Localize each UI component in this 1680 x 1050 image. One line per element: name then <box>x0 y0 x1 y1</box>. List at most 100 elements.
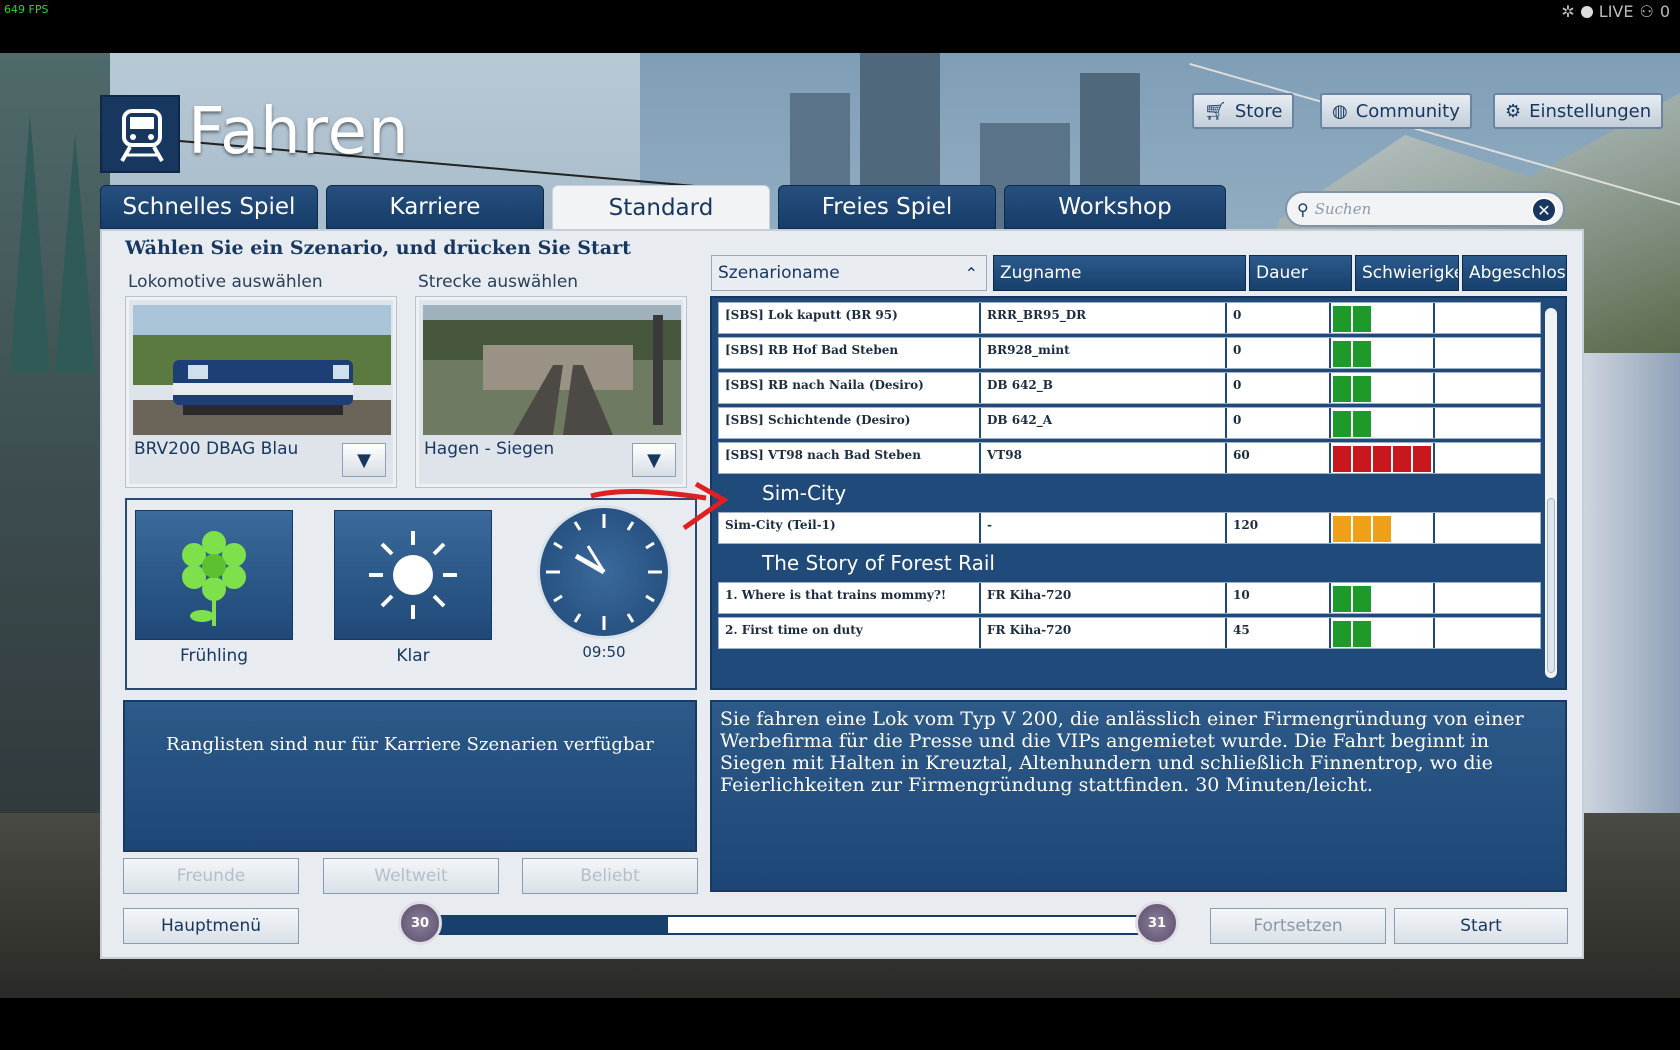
cell-difficulty <box>1331 373 1435 403</box>
train-logo-icon <box>100 95 180 173</box>
cell-difficulty <box>1331 583 1435 613</box>
community-button[interactable]: ◍ Community <box>1320 93 1472 129</box>
flower-icon <box>182 531 246 626</box>
record-dot-icon <box>1580 5 1593 18</box>
cell-completed <box>1435 583 1505 613</box>
cell-train: FR Kiha-720 <box>981 583 1227 613</box>
tab-standard[interactable]: Standard <box>552 185 770 231</box>
difficulty-bars <box>1333 306 1371 332</box>
column-header-completed[interactable]: Abgeschlos <box>1462 255 1567 291</box>
group-header[interactable]: Sim-City <box>762 481 846 505</box>
difficulty-bar <box>1353 446 1371 472</box>
difficulty-bar <box>1393 446 1411 472</box>
loading-progress-bar <box>430 915 1150 935</box>
worldwide-button[interactable]: Weltweit <box>323 858 499 894</box>
game-screen: 649 FPS ✲ LIVE ⚇ 0 Fahren 🛒︎ Store ◍ Com… <box>0 0 1680 1050</box>
difficulty-bar <box>1333 376 1351 402</box>
cart-icon: 🛒︎ <box>1204 100 1227 122</box>
cell-difficulty <box>1331 303 1435 333</box>
locomotive-image <box>133 305 391 435</box>
difficulty-bar <box>1333 586 1351 612</box>
cell-difficulty <box>1331 408 1435 438</box>
locomotive-picker[interactable]: BRV200 DBAG Blau ▼ <box>125 296 397 488</box>
difficulty-bar <box>1353 516 1371 542</box>
difficulty-bars <box>1333 516 1391 542</box>
cell-train: - <box>981 513 1227 543</box>
column-header-scenario[interactable]: Szenarioname ⌃ <box>711 255 987 291</box>
instruction-heading: Wählen Sie ein Szenario, und drücken Sie… <box>125 237 631 259</box>
column-header-duration[interactable]: Dauer <box>1249 255 1352 291</box>
tab-workshop[interactable]: Workshop <box>1004 185 1226 229</box>
search-box[interactable]: ⚲ Suchen ✕ <box>1285 191 1565 227</box>
table-row[interactable]: [SBS] Schichtende (Desiro) DB 642_A 0 <box>718 407 1541 439</box>
store-button[interactable]: 🛒︎ Store <box>1192 93 1295 129</box>
column-header-difficulty[interactable]: Schwierigke <box>1355 255 1459 291</box>
continue-button[interactable]: Fortsetzen <box>1210 908 1386 944</box>
search-placeholder[interactable]: Suchen <box>1315 200 1372 218</box>
main-menu-button[interactable]: Hauptmenü <box>123 908 299 944</box>
start-button[interactable]: Start <box>1394 908 1568 944</box>
tab-schnelles-spiel[interactable]: Schnelles Spiel <box>100 185 318 229</box>
live-label: LIVE <box>1598 2 1634 21</box>
cell-completed <box>1435 618 1505 648</box>
route-image <box>423 305 681 435</box>
users-icon: ⚇ <box>1639 2 1654 21</box>
column-header-train[interactable]: Zugname <box>993 255 1246 291</box>
cell-duration: 45 <box>1227 618 1331 648</box>
cell-difficulty <box>1331 443 1435 473</box>
locomotive-filter-button[interactable]: ▼ <box>342 443 386 477</box>
difficulty-bars <box>1333 376 1371 402</box>
filter-icon: ▼ <box>647 449 661 471</box>
popular-button[interactable]: Beliebt <box>522 858 698 894</box>
route-picker[interactable]: Hagen - Siegen ▼ <box>415 296 687 488</box>
settings-button[interactable]: ⚙ Einstellungen <box>1493 93 1664 129</box>
cell-duration: 0 <box>1227 338 1331 368</box>
cell-name: [SBS] Schichtende (Desiro) <box>719 408 981 438</box>
sort-arrow-icon: ⌃ <box>964 263 978 283</box>
cell-duration: 60 <box>1227 443 1331 473</box>
route-name: Hagen - Siegen <box>424 439 555 459</box>
viewer-count: 0 <box>1659 2 1670 21</box>
cell-completed <box>1435 513 1505 543</box>
cell-completed <box>1435 443 1505 473</box>
clear-search-button[interactable]: ✕ <box>1531 197 1557 223</box>
cell-difficulty <box>1331 618 1435 648</box>
table-row[interactable]: Sim-City (Teil-1) -120 <box>718 512 1541 544</box>
locomotive-name: BRV200 DBAG Blau <box>134 439 299 459</box>
tab-freies-spiel[interactable]: Freies Spiel <box>778 185 996 229</box>
community-label: Community <box>1355 100 1460 122</box>
group-header[interactable]: The Story of Forest Rail <box>762 551 995 575</box>
cell-train: DB 642_A <box>981 408 1227 438</box>
table-row[interactable]: 1. Where is that trains mommy?! FR Kiha-7… <box>718 582 1541 614</box>
cell-duration: 0 <box>1227 408 1331 438</box>
search-icon: ⚲ <box>1297 199 1309 219</box>
cell-difficulty <box>1331 338 1435 368</box>
scrollbar-thumb[interactable] <box>1547 498 1555 673</box>
route-filter-button[interactable]: ▼ <box>632 443 676 477</box>
table-row[interactable]: [SBS] RB nach Naila (Desiro) DB 642_B 0 <box>718 372 1541 404</box>
tab-karriere[interactable]: Karriere <box>326 185 544 229</box>
red-annotation-arrow <box>590 481 728 531</box>
difficulty-bars <box>1333 411 1371 437</box>
friends-button[interactable]: Freunde <box>123 858 299 894</box>
table-row[interactable]: [SBS] RB Hof Bad Steben BR928_mint 0 <box>718 337 1541 369</box>
difficulty-bar <box>1333 411 1351 437</box>
table-row[interactable]: [SBS] VT98 nach Bad Steben VT98 60 <box>718 442 1541 474</box>
cell-duration: 120 <box>1227 513 1331 543</box>
cell-name: [SBS] VT98 nach Bad Steben <box>719 443 981 473</box>
cell-completed <box>1435 303 1505 333</box>
cell-name: 1. Where is that trains mommy?! <box>719 583 981 613</box>
season-button[interactable] <box>135 510 293 640</box>
cell-completed <box>1435 338 1505 368</box>
cell-duration: 0 <box>1227 373 1331 403</box>
cell-duration: 10 <box>1227 583 1331 613</box>
route-label: Strecke auswählen <box>418 272 579 292</box>
cell-train: DB 642_B <box>981 373 1227 403</box>
table-row[interactable]: [SBS] Lok kaputt (BR 95) RRR_BR95_DR 0 <box>718 302 1541 334</box>
cell-train: VT98 <box>981 443 1227 473</box>
scrollbar[interactable] <box>1545 308 1557 678</box>
table-row[interactable]: 2. First time on duty FR Kiha-720 45 <box>718 617 1541 649</box>
difficulty-bars <box>1333 586 1371 612</box>
weather-button[interactable] <box>334 510 492 640</box>
difficulty-bar <box>1333 516 1351 542</box>
